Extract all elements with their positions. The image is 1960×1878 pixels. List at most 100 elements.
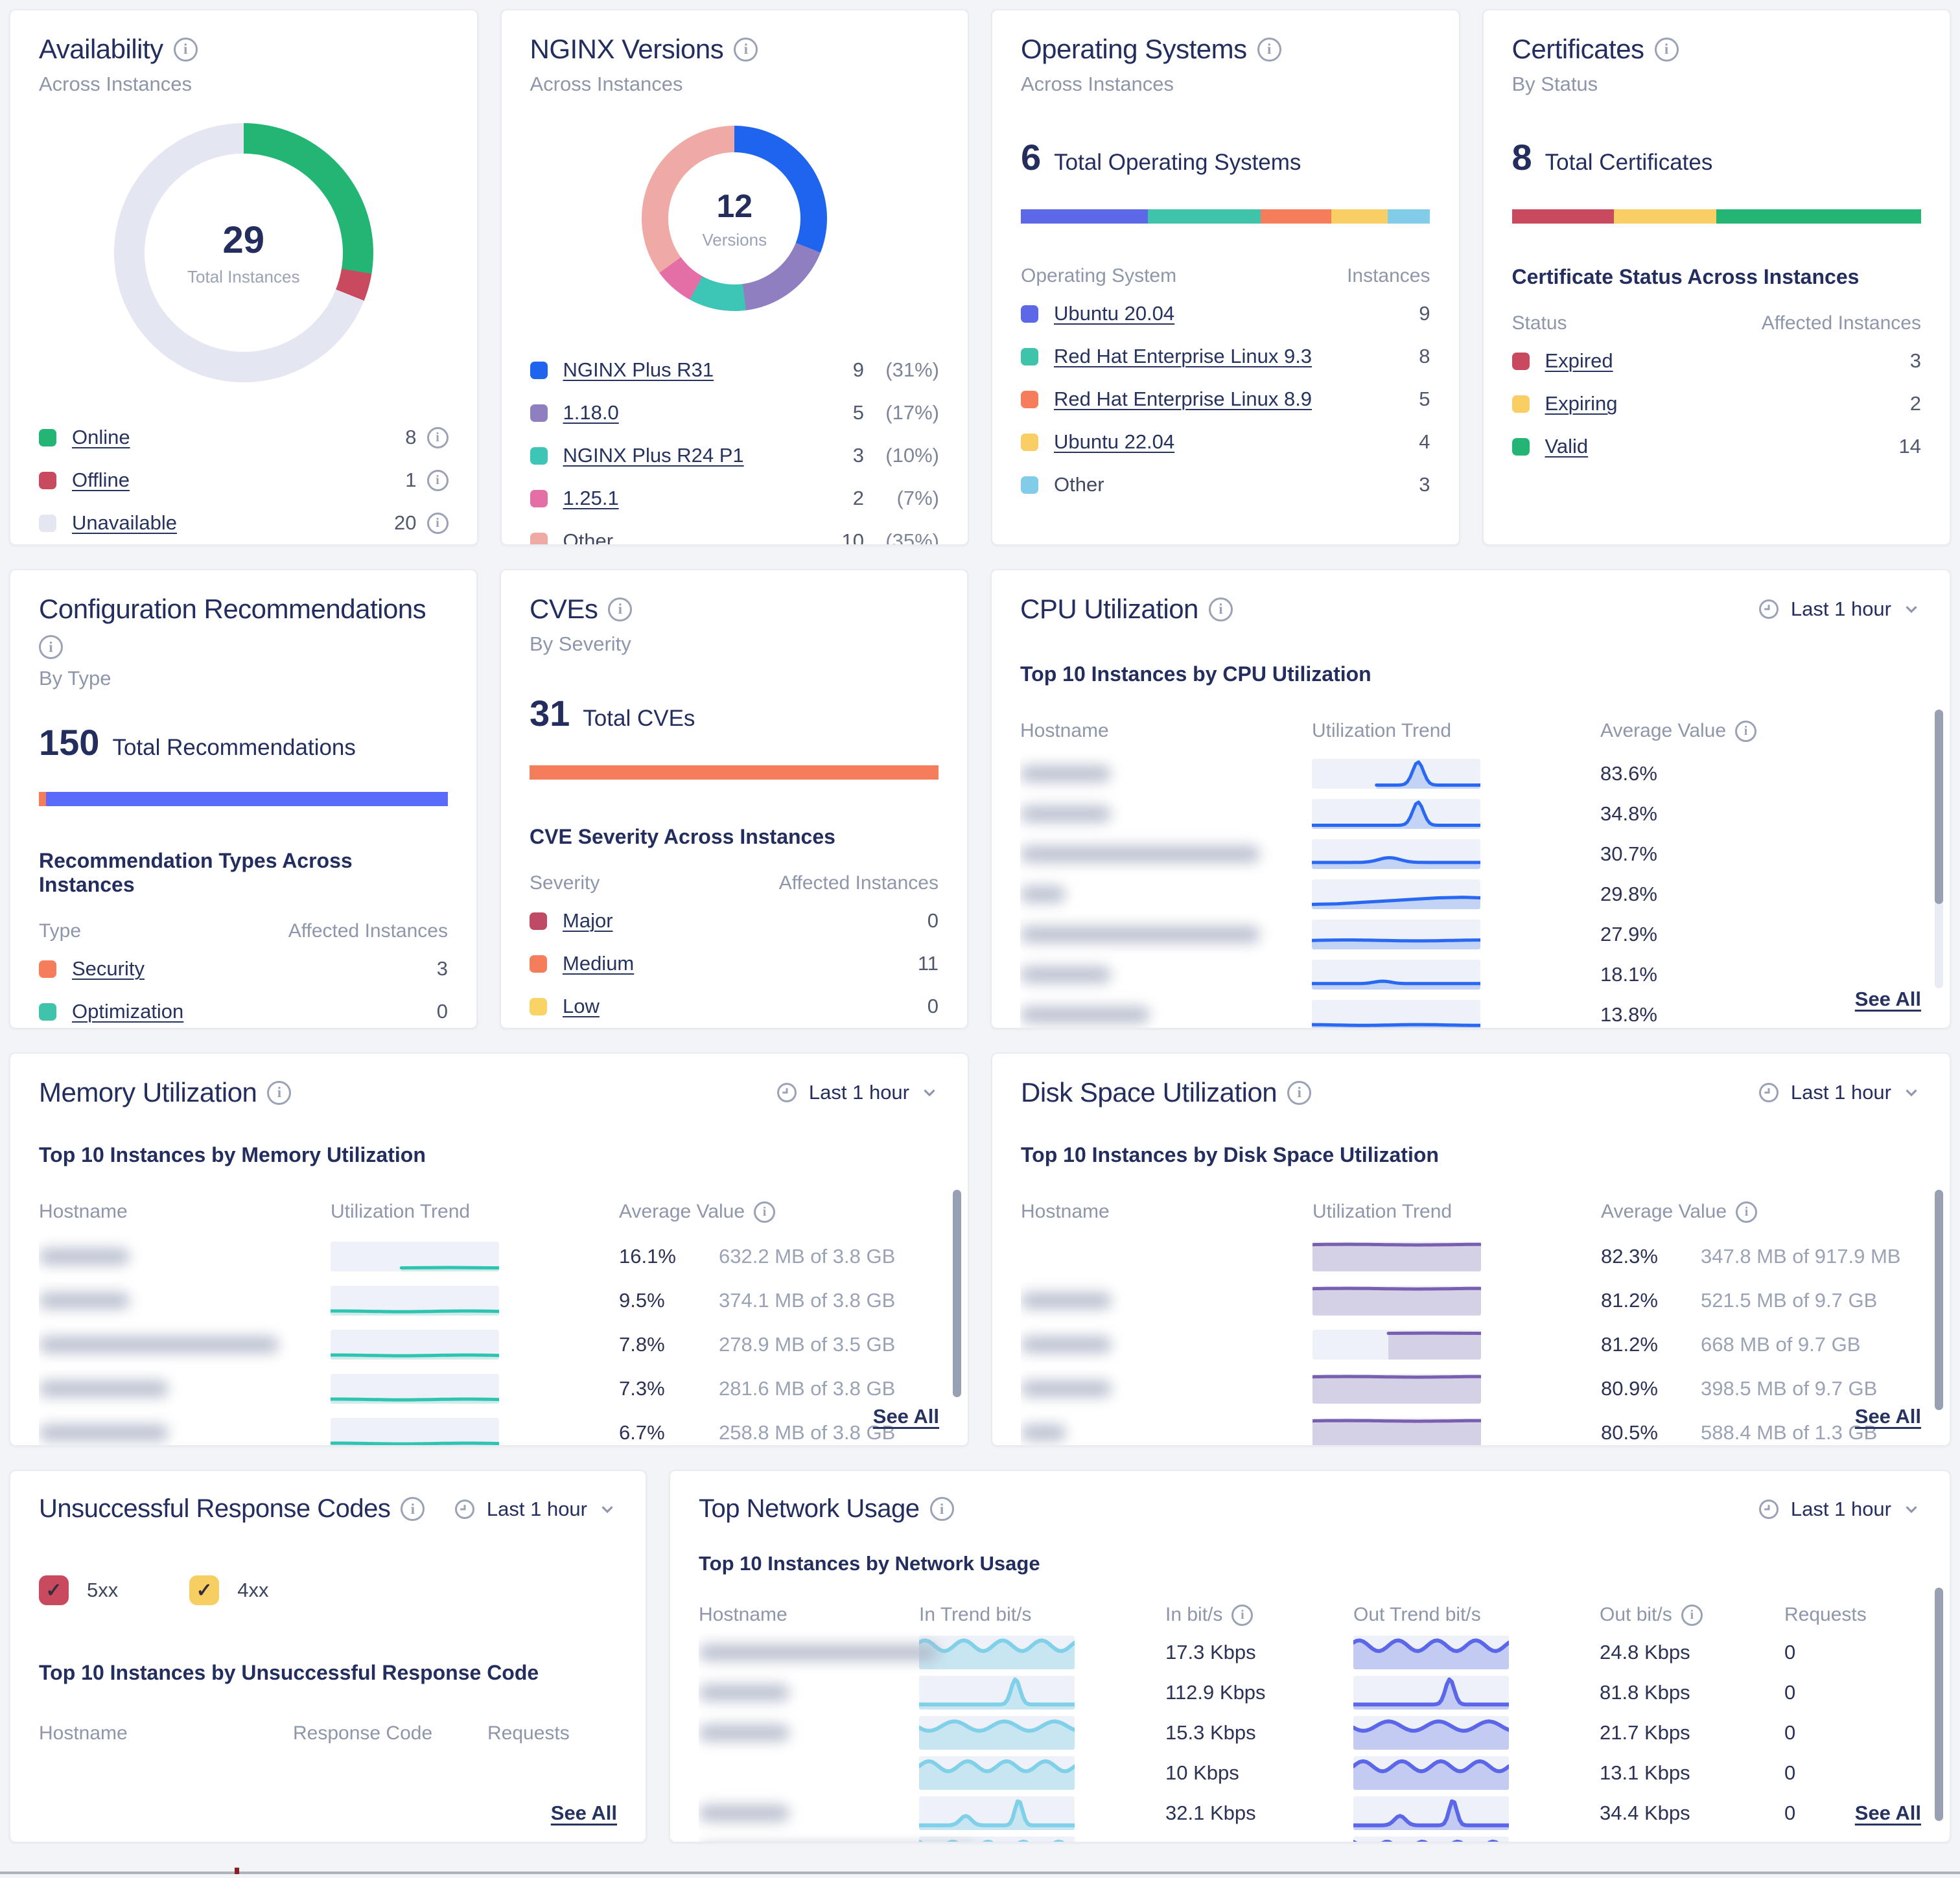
hostname-redacted[interactable] xyxy=(1020,926,1312,943)
legend-label[interactable]: Valid xyxy=(1545,435,1589,458)
time-range-select[interactable]: Last 1 hour xyxy=(453,1498,617,1521)
time-range-select[interactable]: Last 1 hour xyxy=(1757,1498,1921,1521)
legend-value: 3 xyxy=(1910,349,1921,373)
see-all-link[interactable]: See All xyxy=(1855,1405,1921,1428)
legend-value: 14 xyxy=(1899,435,1921,458)
hostname-redacted[interactable] xyxy=(699,1644,919,1661)
info-icon[interactable]: i xyxy=(1287,1081,1311,1105)
legend-value: 20 xyxy=(394,511,416,535)
legend-value: 3 xyxy=(853,444,864,467)
legend-label[interactable]: Red Hat Enterprise Linux 9.3 xyxy=(1054,345,1312,368)
legend-percent: (17%) xyxy=(864,401,939,424)
hostname-redacted[interactable] xyxy=(1020,966,1312,983)
hostname-redacted[interactable] xyxy=(1020,886,1312,903)
info-icon[interactable]: i xyxy=(734,38,758,62)
info-icon[interactable]: i xyxy=(1736,1201,1757,1223)
legend-percent: (31%) xyxy=(864,358,939,382)
time-range-select[interactable]: Last 1 hour xyxy=(1757,1081,1921,1104)
legend-label[interactable]: Unavailable xyxy=(72,511,177,535)
cpu-table-row: 29.8% xyxy=(1020,874,1921,914)
time-range-select[interactable]: Last 1 hour xyxy=(775,1081,939,1104)
info-icon[interactable]: i xyxy=(267,1081,291,1105)
column-header: Severity xyxy=(530,872,600,894)
filter-label: 4xx xyxy=(237,1579,268,1602)
info-icon[interactable]: i xyxy=(401,1497,425,1521)
legend-label[interactable]: Online xyxy=(72,426,130,449)
nginx_versions-legend-item: NGINX Plus R319(31%) xyxy=(530,349,940,391)
hostname-redacted[interactable] xyxy=(39,1336,331,1353)
hostname-redacted[interactable] xyxy=(1020,846,1312,863)
hostname-redacted[interactable] xyxy=(699,1684,919,1701)
see-all-link[interactable]: See All xyxy=(1855,988,1921,1011)
hostname-redacted[interactable] xyxy=(1021,1380,1312,1397)
average-value: 34.8% xyxy=(1600,802,1677,826)
checkbox-icon[interactable]: ✓ xyxy=(39,1575,69,1605)
scrollbar-thumb[interactable] xyxy=(953,1190,961,1397)
legend-label[interactable]: Ubuntu 22.04 xyxy=(1054,430,1174,454)
info-icon[interactable]: i xyxy=(427,427,449,448)
legend-label[interactable]: Red Hat Enterprise Linux 8.9 xyxy=(1054,388,1312,411)
out-trend-sparkline xyxy=(1353,1796,1509,1830)
info-icon[interactable]: i xyxy=(1257,38,1281,62)
legend-label[interactable]: 1.18.0 xyxy=(563,401,619,424)
info-icon[interactable]: i xyxy=(1209,597,1233,621)
scrollbar-thumb[interactable] xyxy=(1935,1588,1943,1821)
legend-label[interactable]: Expired xyxy=(1545,349,1613,373)
checkbox-icon[interactable]: ✓ xyxy=(189,1575,219,1605)
out-trend-sparkline xyxy=(1353,1636,1509,1669)
hostname-redacted[interactable] xyxy=(699,1805,919,1822)
info-icon[interactable]: i xyxy=(608,597,632,621)
info-icon[interactable]: i xyxy=(174,38,198,62)
see-all-link[interactable]: See All xyxy=(551,1802,617,1825)
hostname-redacted[interactable] xyxy=(39,1292,331,1309)
legend-swatch xyxy=(1512,395,1530,413)
legend-label[interactable]: Security xyxy=(72,957,145,980)
scrollbar-thumb[interactable] xyxy=(1935,710,1943,904)
legend-swatch xyxy=(39,960,56,978)
hostname-redacted[interactable] xyxy=(39,1380,331,1397)
hostname-redacted[interactable] xyxy=(1020,806,1312,822)
hostname-redacted[interactable] xyxy=(1020,1006,1312,1023)
legend-label[interactable]: NGINX Plus R31 xyxy=(563,358,714,382)
hostname-redacted[interactable] xyxy=(1021,1336,1312,1353)
info-icon[interactable]: i xyxy=(39,635,63,659)
hostname-redacted[interactable] xyxy=(1020,765,1312,782)
info-icon[interactable]: i xyxy=(427,470,449,491)
see-all-link[interactable]: See All xyxy=(873,1405,939,1428)
hostname-redacted[interactable] xyxy=(39,1424,331,1441)
see-all-link[interactable]: See All xyxy=(1855,1802,1921,1825)
info-icon[interactable]: i xyxy=(1681,1605,1703,1626)
info-icon[interactable]: i xyxy=(1231,1605,1253,1626)
out-trend-sparkline xyxy=(1353,1676,1509,1710)
hostname-redacted[interactable] xyxy=(39,1248,331,1265)
column-header: Instances xyxy=(1347,265,1430,287)
filter-checkbox-5xx[interactable]: ✓5xx xyxy=(39,1575,118,1605)
hostname-redacted[interactable] xyxy=(1021,1292,1312,1309)
hostname-redacted[interactable] xyxy=(699,1724,919,1741)
legend-label[interactable]: Offline xyxy=(72,469,130,492)
legend-label[interactable]: 1.25.1 xyxy=(563,487,619,510)
time-range-select[interactable]: Last 1 hour xyxy=(1757,597,1921,621)
column-header: In bit/si xyxy=(1075,1604,1353,1626)
scrollbar-thumb[interactable] xyxy=(1935,1190,1943,1410)
legend-label[interactable]: Expiring xyxy=(1545,392,1618,415)
legend-swatch xyxy=(1021,305,1038,323)
card-configuration-recommendations: Configuration Recommendations i By Type … xyxy=(9,569,478,1029)
info-icon[interactable]: i xyxy=(427,513,449,534)
legend-value: 2 xyxy=(1910,392,1921,415)
info-icon[interactable]: i xyxy=(1735,721,1756,742)
legend-label[interactable]: Optimization xyxy=(72,1000,183,1023)
legend-label[interactable]: Low xyxy=(563,995,600,1018)
filter-checkbox-4xx[interactable]: ✓ 4xx xyxy=(189,1575,268,1605)
hostname-redacted[interactable] xyxy=(1021,1424,1312,1441)
legend-label[interactable]: Ubuntu 20.04 xyxy=(1054,302,1174,325)
info-icon[interactable]: i xyxy=(1655,38,1679,62)
legend-label[interactable]: Major xyxy=(563,909,613,933)
info-icon[interactable]: i xyxy=(930,1497,954,1521)
column-header: Hostname xyxy=(39,1722,293,1745)
average-value: 83.6% xyxy=(1600,762,1677,785)
legend-label[interactable]: Medium xyxy=(563,952,634,975)
legend-label[interactable]: NGINX Plus R24 P1 xyxy=(563,444,744,467)
donut-total: 12 xyxy=(716,187,752,225)
info-icon[interactable]: i xyxy=(754,1201,775,1223)
